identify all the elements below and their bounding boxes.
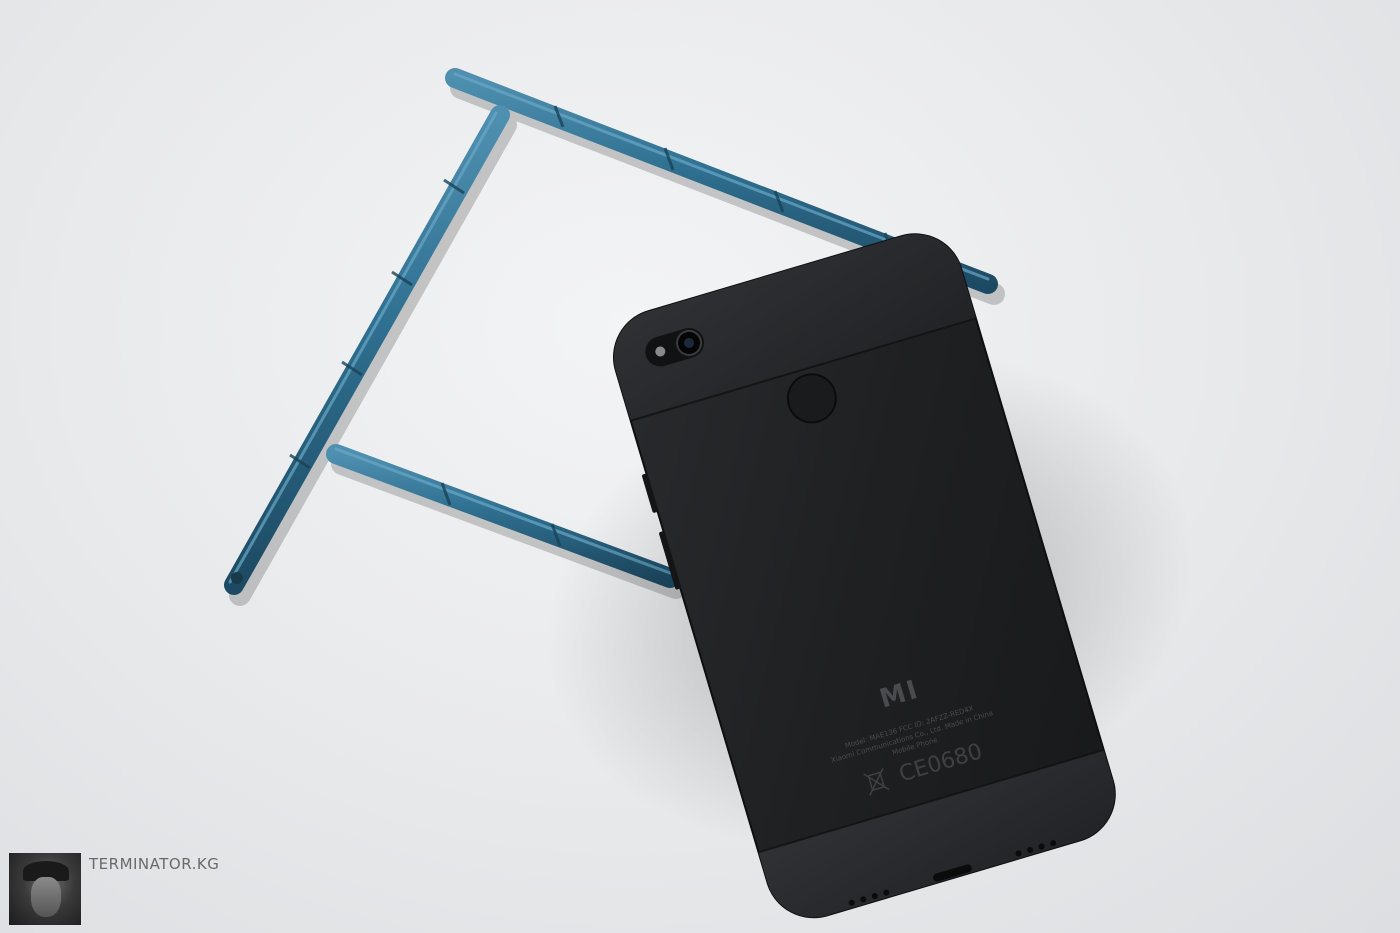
photo-illustration: MI Model: MAE136 FCC ID: 2AFZZ-RED4X Xia… xyxy=(224,68,1195,919)
watermark-avatar-icon xyxy=(9,853,81,925)
photo-scene: MI Model: MAE136 FCC ID: 2AFZZ-RED4X Xia… xyxy=(0,0,1400,933)
smartphone-back: MI Model: MAE136 FCC ID: 2AFZZ-RED4X Xia… xyxy=(612,233,1116,919)
watermark: TERMINATOR.KG xyxy=(9,853,219,925)
watermark-text: TERMINATOR.KG xyxy=(89,855,220,873)
